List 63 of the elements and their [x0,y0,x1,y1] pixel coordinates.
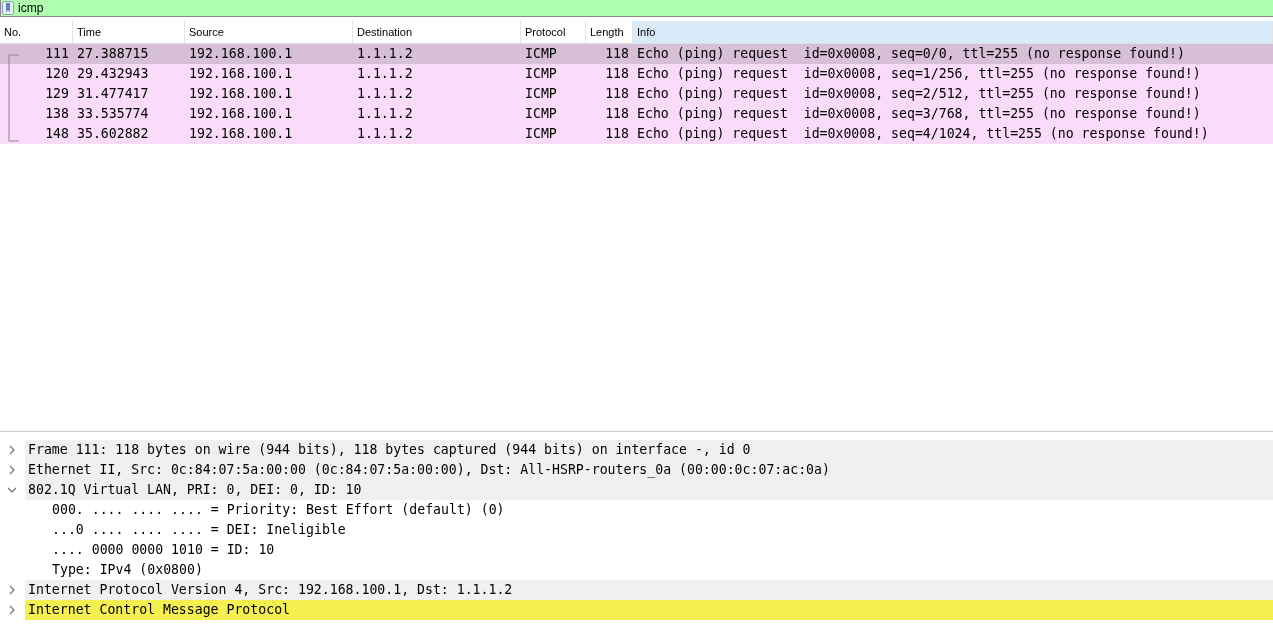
tree-item-text: Ethernet II, Src: 0c:84:07:5a:00:00 (0c:84:07:5a:00:00), Dst: All-HSRP-routers_0a (00:00:0c:07:ac:0a) [27,461,830,480]
table-cell: 1.1.1.2 [357,46,413,61]
packet-row[interactable]: 111 27.388715 192.168.100.1 1.1.1.2 ICMP 118 Echo (ping) request id=0x0008, seq=0/0, ttl=255 (no response found!) [0,44,1273,64]
table-cell: Echo (ping) request id=0x0008, seq=3/768, ttl=255 (no response found!) [637,106,1201,121]
display-filter-field[interactable]: icmp [18,1,218,15]
table-cell: ICMP [525,66,557,81]
tree-item-text: Type: IPv4 (0x0800) [51,562,203,577]
packet-row[interactable]: 129 31.477417 192.168.100.1 1.1.1.2 ICMP 118 Echo (ping) request id=0x0008, seq=2/512, ttl=255 (no response found!) [0,84,1273,104]
column-header[interactable]: Time [73,21,185,43]
chevron-icon[interactable] [7,585,17,595]
table-cell: Echo (ping) request id=0x0008, seq=0/0, ttl=255 (no response found!) [637,46,1185,61]
table-cell: 192.168.100.1 [189,86,293,101]
table-cell: Echo (ping) request id=0x0008, seq=4/1024, ttl=255 (no response found!) [637,126,1209,141]
chevron-icon[interactable] [7,445,17,455]
table-cell: 192.168.100.1 [189,66,293,81]
tree-item-text: .... 0000 0000 1010 = ID: 10 [51,542,275,557]
tree-item-text: Internet Protocol Version 4, Src: 192.168.100.1, Dst: 1.1.1.2 [27,581,513,599]
tree-item-text: ...0 .... .... .... = DEI: Ineligible [51,522,346,537]
table-cell: 118 [605,126,629,141]
table-cell: 192.168.100.1 [189,106,293,121]
table-cell: ICMP [525,46,557,61]
chevron-icon[interactable] [7,605,17,615]
table-cell: 1.1.1.2 [357,66,413,81]
column-header[interactable]: Source [185,21,353,43]
tree-item-text: 802.1Q Virtual LAN, PRI: 0, DEI: 0, ID: 10 [27,481,362,499]
table-cell: ICMP [525,106,557,121]
conversation-bracket-icon [8,54,20,142]
tree-item-text: Internet Control Message Protocol [27,601,290,619]
table-cell: 111 [45,46,69,61]
chevron-icon[interactable] [7,465,17,475]
table-cell: 118 [605,106,629,121]
table-cell: 1.1.1.2 [357,126,413,141]
table-cell: ICMP [525,126,557,141]
table-cell: 31.477417 [77,86,149,101]
table-cell: 118 [605,66,629,81]
column-header[interactable]: No. [0,21,73,43]
table-cell: 148 [45,126,69,141]
table-cell: ICMP [525,86,557,101]
table-cell: Echo (ping) request id=0x0008, seq=2/512, ttl=255 (no response found!) [637,86,1201,101]
packet-row[interactable]: 148 35.602882 192.168.100.1 1.1.1.2 ICMP 118 Echo (ping) request id=0x0008, seq=4/1024, ttl=255 (no response found!) [0,124,1273,144]
column-header[interactable]: Destination [353,21,521,43]
tree-item-text: 000. .... .... .... = Priority: Best Effort (default) (0) [51,502,505,517]
chevron-icon[interactable] [7,485,17,495]
table-cell: 27.388715 [77,46,149,61]
table-cell: 1.1.1.2 [357,106,413,121]
bookmark-icon[interactable] [2,1,14,15]
column-header[interactable]: Protocol [521,21,586,43]
table-cell: 118 [605,46,629,61]
table-cell: 192.168.100.1 [189,46,293,61]
table-cell: 35.602882 [77,126,149,141]
table-cell: 138 [45,106,69,121]
column-header[interactable]: Info [633,21,1273,43]
table-cell: 29.432943 [77,66,149,81]
table-cell: 192.168.100.1 [189,126,293,141]
table-cell: 33.535774 [77,106,149,121]
table-cell: 129 [45,86,69,101]
table-cell: Echo (ping) request id=0x0008, seq=1/256, ttl=255 (no response found!) [637,66,1201,81]
table-cell: 118 [605,86,629,101]
packet-row[interactable]: 120 29.432943 192.168.100.1 1.1.1.2 ICMP 118 Echo (ping) request id=0x0008, seq=1/256, ttl=255 (no response found!) [0,64,1273,84]
tree-item-text: Frame 111: 118 bytes on wire (944 bits), 118 bytes captured (944 bits) on interface -, id 0 [27,441,751,459]
packet-row[interactable]: 138 33.535774 192.168.100.1 1.1.1.2 ICMP 118 Echo (ping) request id=0x0008, seq=3/768, ttl=255 (no response found!) [0,104,1273,124]
table-cell: 1.1.1.2 [357,86,413,101]
table-cell: 120 [45,66,69,81]
